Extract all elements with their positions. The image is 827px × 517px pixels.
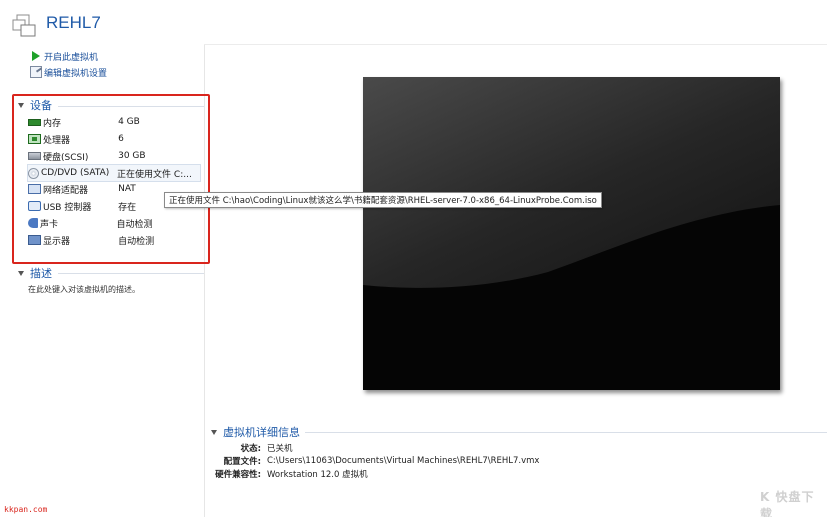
detail-key: 状态: bbox=[240, 443, 261, 454]
detail-key: 配置文件: bbox=[223, 456, 261, 467]
collapse-arrow-icon bbox=[18, 270, 24, 276]
edit-settings-icon bbox=[30, 66, 42, 78]
description-section-toggle[interactable]: 描述 bbox=[18, 266, 52, 280]
detail-key: 硬件兼容性: bbox=[215, 469, 261, 480]
header-divider bbox=[204, 44, 827, 45]
detail-row-status: 状态: 已关机 bbox=[205, 441, 293, 454]
watermark-right: K 快盘下载 bbox=[760, 490, 815, 517]
detail-row-hardware-compat: 硬件兼容性: Workstation 12.0 虚拟机 bbox=[205, 467, 368, 480]
title-bar: REHL7 bbox=[0, 0, 827, 44]
vm-preview-gloss bbox=[363, 77, 780, 288]
detail-value: 已关机 bbox=[267, 443, 293, 454]
annotation-highlight-box bbox=[12, 94, 210, 264]
vm-details-section-toggle[interactable]: 虚拟机详细信息 bbox=[211, 425, 300, 439]
description-section-title: 描述 bbox=[30, 267, 52, 280]
vm-title: REHL7 bbox=[46, 13, 101, 32]
edit-vm-settings-label: 编辑虚拟机设置 bbox=[44, 68, 108, 79]
vm-details-section-title: 虚拟机详细信息 bbox=[223, 426, 300, 439]
description-section-rule bbox=[58, 273, 204, 274]
vm-preview-screen[interactable] bbox=[363, 77, 780, 390]
power-on-vm-link[interactable]: 开启此虚拟机 bbox=[30, 49, 98, 63]
virtual-machine-icon bbox=[12, 14, 36, 37]
power-on-vm-label: 开启此虚拟机 bbox=[44, 52, 99, 63]
watermark-left: kkpan.com bbox=[4, 505, 48, 514]
detail-value: Workstation 12.0 虚拟机 bbox=[267, 469, 368, 480]
detail-value: C:\Users\11063\Documents\Virtual Machine… bbox=[267, 455, 540, 466]
detail-row-config-file: 配置文件: C:\Users\11063\Documents\Virtual M… bbox=[205, 454, 540, 467]
edit-vm-settings-link[interactable]: 编辑虚拟机设置 bbox=[30, 65, 107, 79]
vm-details-section-rule bbox=[305, 432, 827, 433]
description-placeholder[interactable]: 在此处键入对该虚拟机的描述。 bbox=[28, 284, 140, 295]
cd-dvd-path-tooltip: 正在使用文件 C:\hao\Coding\Linux就该这么学\书籍配套资源\R… bbox=[164, 192, 602, 208]
collapse-arrow-icon bbox=[211, 429, 217, 435]
play-icon bbox=[30, 50, 42, 62]
